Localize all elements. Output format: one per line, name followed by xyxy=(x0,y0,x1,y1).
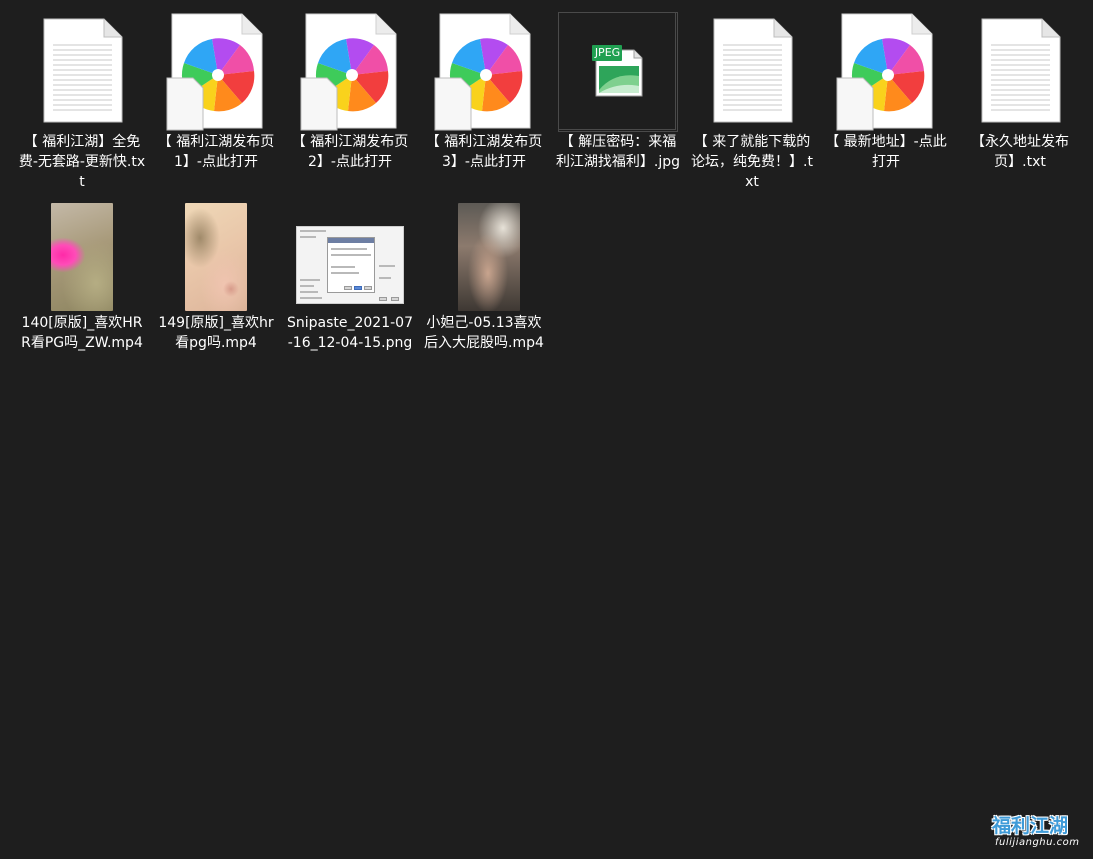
video-thumbnail xyxy=(156,193,276,313)
video-preview-image xyxy=(185,203,247,311)
video-thumbnail xyxy=(22,193,142,313)
video-thumbnail xyxy=(424,193,544,313)
photos-app-shortcut-icon xyxy=(290,12,410,132)
file-name: 【 福利江湖发布页1】-点此打开 xyxy=(157,134,275,170)
file-name: 149[原版]_喜欢hr看pg吗.mp4 xyxy=(158,315,274,351)
text-document-icon xyxy=(22,12,142,132)
file-name: 【 福利江湖发布页3】-点此打开 xyxy=(425,134,543,170)
file-explorer-view: 【 福利江湖】全免费-无套路-更新快.txt 【 福利江湖发布页1】-点此打开 … xyxy=(0,0,1093,859)
file-name: 【 来了就能下载的论坛，纯免费！】.txt xyxy=(691,134,813,190)
file-name: 【永久地址发布页】.txt xyxy=(971,134,1069,170)
file-name: 【 最新地址】-点此打开 xyxy=(825,134,947,170)
file-name: 【 福利江湖】全免费-无套路-更新快.txt xyxy=(18,134,146,190)
photos-app-shortcut-icon xyxy=(826,12,946,132)
jpeg-badge-text: JPEG xyxy=(594,46,621,59)
site-watermark-logo: 福利江湖 fulijianghu.com xyxy=(992,803,1086,853)
screenshot-thumbnail xyxy=(290,193,410,313)
video-preview-image xyxy=(51,203,113,311)
file-name: Snipaste_2021-07-16_12-04-15.png xyxy=(286,315,413,351)
jpeg-image-icon: JPEG xyxy=(558,12,678,132)
watermark-title: 福利江湖 xyxy=(992,815,1069,837)
file-name: 【 解压密码：来福利江湖找福利】.jpg xyxy=(555,134,681,170)
file-name: 140[原版]_喜欢HRR看PG吗_ZW.mp4 xyxy=(21,315,143,351)
photos-app-shortcut-icon xyxy=(156,12,276,132)
photos-app-shortcut-icon xyxy=(424,12,544,132)
text-document-icon xyxy=(960,12,1080,132)
file-name: 小妲己-05.13喜欢后入大屁股吗.mp4 xyxy=(424,315,544,351)
watermark-url: fulijianghu.com xyxy=(995,837,1080,848)
screenshot-preview-image xyxy=(296,226,404,304)
video-preview-image xyxy=(458,203,520,311)
text-document-icon xyxy=(692,12,812,132)
file-name: 【 福利江湖发布页2】-点此打开 xyxy=(291,134,409,170)
